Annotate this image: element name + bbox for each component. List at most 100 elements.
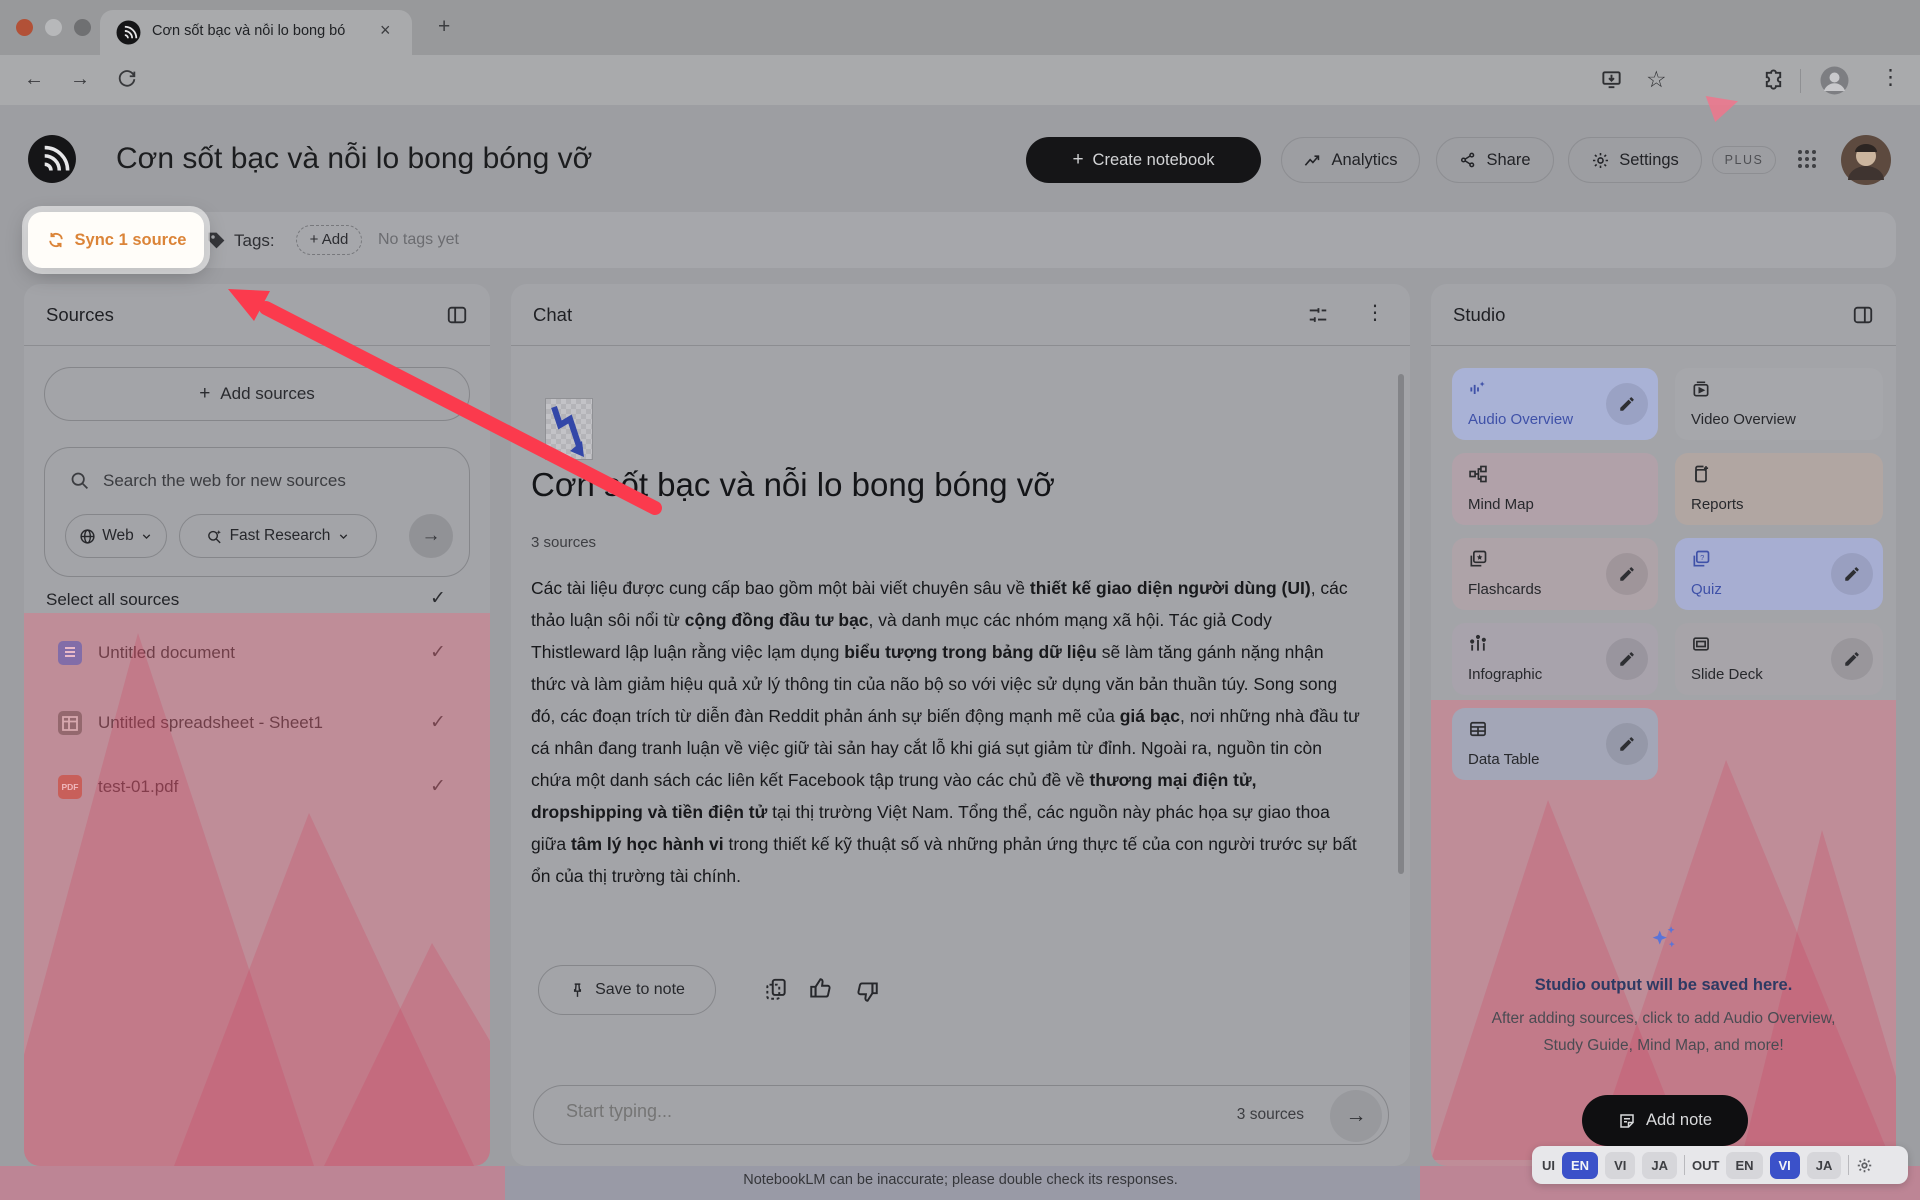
source-row[interactable]: PDF test-01.pdf ✓ xyxy=(24,754,490,820)
ui-lang-ja[interactable]: JA xyxy=(1642,1152,1677,1179)
share-button[interactable]: Share xyxy=(1436,137,1554,183)
out-lang-vi[interactable]: VI xyxy=(1770,1152,1800,1179)
edit-pencil-icon[interactable] xyxy=(1831,553,1873,595)
tile-slide-deck[interactable]: Slide Deck xyxy=(1675,623,1883,695)
no-tags-text: No tags yet xyxy=(378,231,459,249)
tile-reports[interactable]: Reports xyxy=(1675,453,1883,525)
submit-search-button[interactable]: → xyxy=(409,514,453,558)
save-to-note-button[interactable]: Save to note xyxy=(538,965,716,1015)
sync-sources-button[interactable]: Sync 1 source xyxy=(28,212,204,268)
chat-input[interactable] xyxy=(564,1100,1068,1123)
add-sources-button[interactable]: + Add sources xyxy=(44,367,470,421)
settings-button[interactable]: Settings xyxy=(1568,137,1702,183)
ui-lang-en[interactable]: EN xyxy=(1562,1152,1598,1179)
ui-lang-vi[interactable]: VI xyxy=(1605,1152,1635,1179)
add-sources-label: Add sources xyxy=(220,384,315,404)
studio-empty-subtitle-line1: After adding sources, click to add Audio… xyxy=(1431,1010,1896,1028)
browser-tab-bar: Cơn sốt bạc và nỗi lo bong bó × + xyxy=(0,0,1920,55)
source-checkbox[interactable]: ✓ xyxy=(430,641,446,664)
chat-settings-icon[interactable] xyxy=(1307,304,1329,326)
new-tab-button[interactable]: + xyxy=(438,15,450,39)
chat-menu-icon[interactable]: ⋮ xyxy=(1365,300,1385,325)
extensions-puzzle-icon[interactable] xyxy=(1762,68,1785,91)
install-app-icon[interactable] xyxy=(1600,68,1623,91)
tile-label: Quiz xyxy=(1691,581,1722,598)
forward-icon[interactable]: → xyxy=(70,68,90,91)
search-input[interactable]: Search the web for new sources xyxy=(103,471,346,491)
collapse-panel-icon[interactable] xyxy=(446,304,468,326)
browser-tab[interactable]: Cơn sốt bạc và nỗi lo bong bó × xyxy=(100,10,412,55)
chat-input-box[interactable]: 3 sources → xyxy=(533,1085,1389,1145)
copy-icon[interactable] xyxy=(763,976,789,1002)
collapse-panel-icon[interactable] xyxy=(1852,304,1874,326)
tile-label: Reports xyxy=(1691,496,1744,513)
account-avatar[interactable] xyxy=(1840,134,1892,186)
reload-icon[interactable] xyxy=(116,68,138,90)
tile-video-overview[interactable]: Video Overview xyxy=(1675,368,1883,440)
browser-menu-icon[interactable]: ⋮ xyxy=(1880,65,1901,90)
add-note-button[interactable]: Add note xyxy=(1582,1095,1748,1146)
traffic-light-zoom[interactable] xyxy=(74,19,91,36)
notebook-title[interactable]: Cơn sốt bạc và nỗi lo bong bóng vỡ xyxy=(116,142,592,176)
sources-panel: Sources + Add sources Search the web for… xyxy=(24,284,490,1166)
back-icon[interactable]: ← xyxy=(24,68,44,91)
select-all-checkbox[interactable]: ✓ xyxy=(430,587,446,610)
lang-bar-divider xyxy=(1684,1155,1685,1175)
input-sources-count: 3 sources xyxy=(1237,1106,1304,1124)
edit-pencil-icon[interactable] xyxy=(1606,723,1648,765)
summary-paragraph: Các tài liệu được cung cấp bao gồm một b… xyxy=(531,572,1363,892)
out-lang-en[interactable]: EN xyxy=(1726,1152,1762,1179)
research-mode-dropdown[interactable]: Fast Research xyxy=(179,514,377,558)
data-table-icon xyxy=(1468,719,1488,739)
web-search-box[interactable]: Search the web for new sources Web Fast … xyxy=(44,447,470,577)
tile-mind-map[interactable]: Mind Map xyxy=(1452,453,1658,525)
save-to-note-label: Save to note xyxy=(595,981,685,999)
analytics-button[interactable]: Analytics xyxy=(1281,137,1420,183)
source-checkbox[interactable]: ✓ xyxy=(430,775,446,798)
out-lang-label: OUT xyxy=(1692,1158,1719,1173)
settings-label: Settings xyxy=(1619,151,1679,170)
source-row[interactable]: Untitled document ✓ xyxy=(24,620,490,686)
toolbar-divider xyxy=(1800,69,1801,93)
web-filter-dropdown[interactable]: Web xyxy=(65,514,167,558)
tile-label: Audio Overview xyxy=(1468,411,1573,428)
tab-title: Cơn sốt bạc và nỗi lo bong bó xyxy=(152,23,382,39)
notebooklm-logo[interactable] xyxy=(27,134,77,184)
gear-icon xyxy=(1591,151,1610,170)
tile-audio-overview[interactable]: Audio Overview xyxy=(1452,368,1658,440)
sync-icon xyxy=(46,230,66,250)
lang-settings-gear-icon[interactable] xyxy=(1856,1157,1873,1174)
tile-data-table[interactable]: Data Table xyxy=(1452,708,1658,780)
source-row[interactable]: Untitled spreadsheet - Sheet1 ✓ xyxy=(24,690,490,756)
studio-title: Studio xyxy=(1453,304,1505,326)
tab-close-icon[interactable]: × xyxy=(380,20,391,41)
google-apps-grid-icon[interactable] xyxy=(1796,148,1818,170)
send-button[interactable]: → xyxy=(1330,1090,1382,1142)
create-notebook-button[interactable]: + Create notebook xyxy=(1026,137,1261,183)
source-checkbox[interactable]: ✓ xyxy=(430,711,446,734)
edit-pencil-icon[interactable] xyxy=(1831,638,1873,680)
edit-pencil-icon[interactable] xyxy=(1606,383,1648,425)
browser-profile-avatar[interactable] xyxy=(1820,66,1849,95)
thumbs-down-icon[interactable] xyxy=(854,978,880,1004)
search-icon xyxy=(69,470,90,491)
tile-flashcards[interactable]: Flashcards xyxy=(1452,538,1658,610)
add-tag-button[interactable]: + Add xyxy=(296,225,362,255)
tile-quiz[interactable]: ? Quiz xyxy=(1675,538,1883,610)
tile-infographic[interactable]: Infographic xyxy=(1452,623,1658,695)
edit-pencil-icon[interactable] xyxy=(1606,553,1648,595)
studio-panel: Studio Audio Overview Video Overview Min… xyxy=(1431,284,1896,1166)
chat-scrollbar[interactable] xyxy=(1398,374,1404,874)
plan-badge: PLUS xyxy=(1712,146,1776,174)
out-lang-ja[interactable]: JA xyxy=(1807,1152,1842,1179)
bookmark-star-icon[interactable]: ☆ xyxy=(1646,66,1667,93)
traffic-light-minimize[interactable] xyxy=(45,19,62,36)
research-mode-label: Fast Research xyxy=(230,527,331,545)
traffic-light-close[interactable] xyxy=(16,19,33,36)
add-note-label: Add note xyxy=(1646,1111,1712,1130)
thumbs-up-icon[interactable] xyxy=(808,976,834,1002)
plus-icon: + xyxy=(1072,149,1083,171)
infographic-icon xyxy=(1468,634,1488,654)
slide-deck-icon xyxy=(1691,634,1711,654)
edit-pencil-icon[interactable] xyxy=(1606,638,1648,680)
